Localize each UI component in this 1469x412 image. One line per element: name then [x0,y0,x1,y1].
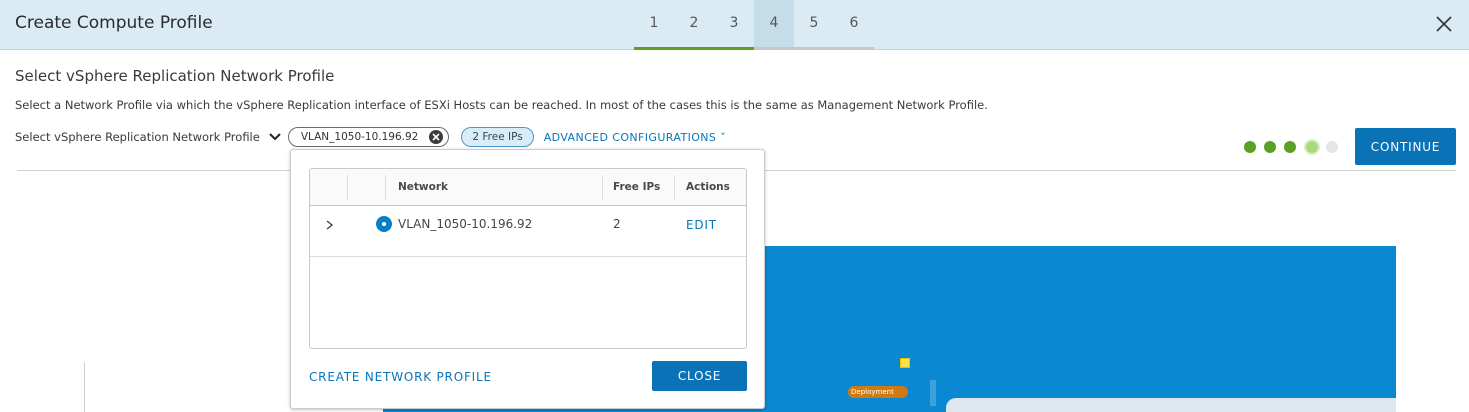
section-description: Select a Network Profile via which the v… [15,98,988,112]
selected-profile-text: VLAN_1050-10.196.92 [300,131,419,143]
advanced-configurations-toggle[interactable]: ADVANCED CONFIGURATIONS ˅ [544,131,726,144]
column-header-actions: Actions [686,181,730,193]
advanced-configurations-label: ADVANCED CONFIGURATIONS [543,130,717,144]
chevron-down-icon[interactable] [268,130,282,144]
network-profile-field: Select vSphere Replication Network Profi… [15,126,726,148]
step-1[interactable]: 1 [634,0,674,50]
step-5[interactable]: 5 [794,0,834,50]
chevron-right-icon[interactable] [322,218,336,232]
wizard-title: Create Compute Profile [15,13,213,33]
section-title: Select vSphere Replication Network Profi… [15,67,335,85]
table-row[interactable]: VLAN_1050-10.196.92 2 EDIT [310,207,746,257]
step-4[interactable]: 4 [754,0,794,50]
step-tabs: 1 2 3 4 5 6 [634,0,874,50]
progress-dot-pending [1326,141,1338,153]
selected-profile-pill[interactable]: VLAN_1050-10.196.92 [287,127,450,147]
progress-dot-done [1264,141,1276,153]
close-button[interactable]: CLOSE [652,361,747,391]
network-profile-grid: Network Free IPs Actions VLAN_1050-10.19… [309,168,747,349]
step-2[interactable]: 2 [674,0,714,50]
chevron-down-icon: ˅ [720,130,727,144]
close-icon[interactable] [1432,12,1456,36]
column-separator [674,175,675,200]
wizard-header: Create Compute Profile 1 2 3 4 5 6 [0,0,1469,50]
column-separator [602,175,603,200]
folder-icon [900,358,910,368]
edit-button[interactable]: EDIT [686,218,717,232]
progress-dot-done [1284,141,1296,153]
progress-dot-current [1304,139,1320,155]
create-network-profile-button[interactable]: CREATE NETWORK PROFILE [309,370,492,384]
column-separator [347,175,348,200]
network-name: VLAN_1050-10.196.92 [398,217,533,231]
progress-indicator [1244,139,1346,155]
deployment-tag: Deployment [848,386,908,398]
network-profile-dropdown: Network Free IPs Actions VLAN_1050-10.19… [290,149,765,409]
column-separator [385,175,386,200]
grid-header: Network Free IPs Actions [310,169,746,206]
column-header-free-ips: Free IPs [613,181,661,193]
column-header-network: Network [398,181,449,193]
free-ips-count: 2 [613,217,621,231]
progress-dot-done [1244,141,1256,153]
diagram-guide-line [84,362,85,412]
diagram-connector [930,380,936,406]
continue-button[interactable]: CONTINUE [1355,128,1456,165]
field-label: Select vSphere Replication Network Profi… [15,130,260,144]
diagram-card [946,398,1396,412]
free-ips-badge: 2 Free IPs [461,127,534,147]
clear-selection-icon[interactable] [428,129,444,145]
row-select-radio[interactable] [376,216,392,232]
step-3[interactable]: 3 [714,0,754,50]
step-6[interactable]: 6 [834,0,874,50]
